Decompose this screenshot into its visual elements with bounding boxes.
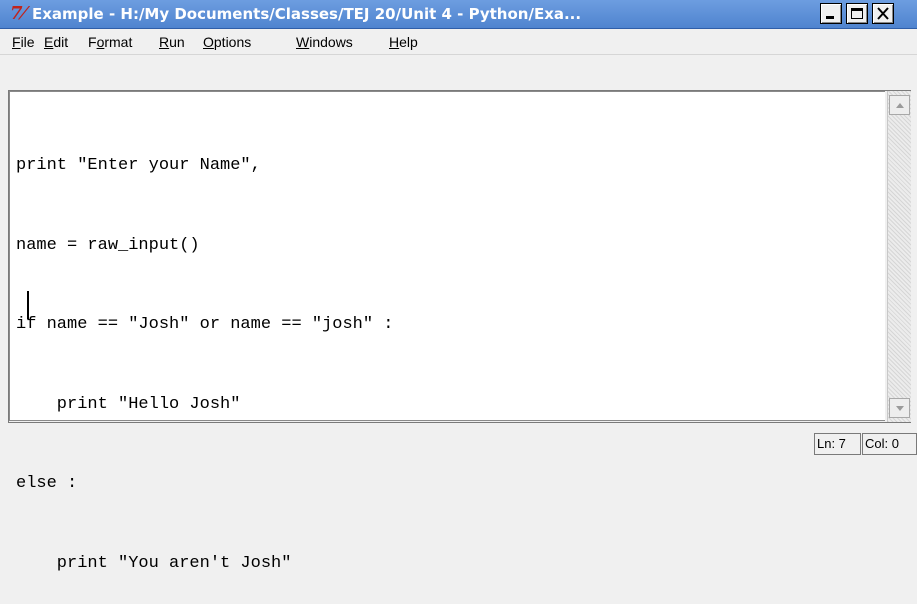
minimize-button[interactable] [820, 3, 842, 24]
code-line: print "Hello Josh" [16, 394, 241, 414]
line-indicator: Ln: 7 [814, 433, 861, 455]
column-indicator: Col: 0 [862, 433, 917, 455]
menu-options[interactable]: Options [203, 33, 251, 51]
maximize-button[interactable] [846, 3, 868, 24]
close-button[interactable] [872, 3, 894, 24]
menu-edit[interactable]: Edit [44, 33, 68, 51]
menu-bar: File Edit Format Run Options Windows Hel… [0, 29, 917, 55]
code-text[interactable]: print "Enter your Name", name = raw_inpu… [16, 100, 393, 604]
text-cursor [27, 291, 29, 319]
menu-run[interactable]: Run [159, 33, 185, 51]
code-line: if name == "Josh" or name == "josh" : [16, 315, 394, 334]
tk-feather-icon: 7⁄ [10, 3, 26, 24]
scroll-down-button[interactable] [889, 398, 910, 418]
menu-help[interactable]: Help [389, 33, 418, 51]
status-bar: Ln: 7 Col: 0 [0, 424, 917, 462]
code-line: name = raw_input() [16, 235, 200, 255]
menu-file[interactable]: File [12, 33, 35, 51]
code-line: else : [16, 474, 78, 493]
title-bar[interactable]: 7⁄ Example - H:/My Documents/Classes/TEJ… [0, 0, 917, 29]
window-title: Example - H:/My Documents/Classes/TEJ 20… [32, 5, 582, 23]
code-line: print "Enter your Name", [16, 156, 261, 175]
scroll-up-button[interactable] [889, 95, 910, 115]
arrow-down-icon [896, 406, 904, 411]
minimize-icon [826, 16, 834, 19]
menu-format[interactable]: Format [88, 33, 132, 51]
vertical-scrollbar[interactable] [887, 91, 911, 422]
arrow-up-icon [896, 103, 904, 108]
maximize-icon [851, 8, 863, 19]
code-line: print "You aren't Josh" [16, 553, 292, 573]
close-icon [877, 7, 889, 20]
menu-windows[interactable]: Windows [296, 33, 353, 51]
